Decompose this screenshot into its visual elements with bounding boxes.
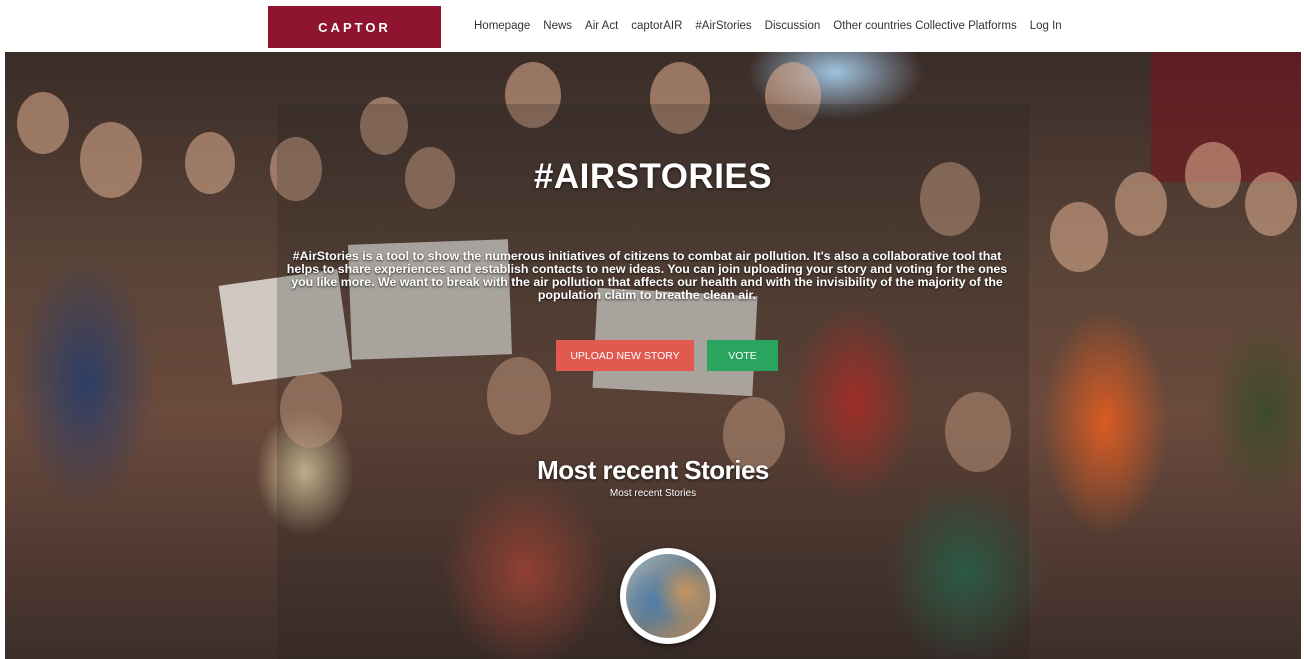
recent-stories-title: Most recent Stories <box>537 455 769 485</box>
story-thumbnail[interactable] <box>620 548 716 644</box>
vote-button[interactable]: VOTE <box>707 340 778 371</box>
nav-other-countries[interactable]: Other countries Collective Platforms <box>833 20 1016 32</box>
nav-air-act[interactable]: Air Act <box>585 20 618 32</box>
hero-description: #AirStories is a tool to show the numero… <box>286 249 1008 302</box>
hero-section: #AIRSTORIES #AirStories is a tool to sho… <box>5 52 1301 659</box>
photo-face <box>17 92 69 154</box>
logo-text: CAPTOR <box>318 19 391 35</box>
upload-new-story-button[interactable]: UPLOAD NEW STORY <box>556 340 694 371</box>
nav-airstories[interactable]: #AirStories <box>695 20 751 32</box>
nav-news[interactable]: News <box>543 20 572 32</box>
main-nav: Homepage News Air Act captorAIR #AirStor… <box>474 0 1075 52</box>
recent-stories-subtitle: Most recent Stories <box>609 488 697 499</box>
captor-logo[interactable]: CAPTOR <box>268 6 441 48</box>
hero-title: #AIRSTORIES <box>533 157 773 196</box>
nav-discussion[interactable]: Discussion <box>765 20 821 32</box>
nav-log-in[interactable]: Log In <box>1030 20 1062 32</box>
photo-face <box>1050 202 1108 272</box>
site-header: CAPTOR Homepage News Air Act captorAIR #… <box>0 0 1304 52</box>
nav-homepage[interactable]: Homepage <box>474 20 530 32</box>
nav-captorair[interactable]: captorAIR <box>631 20 682 32</box>
